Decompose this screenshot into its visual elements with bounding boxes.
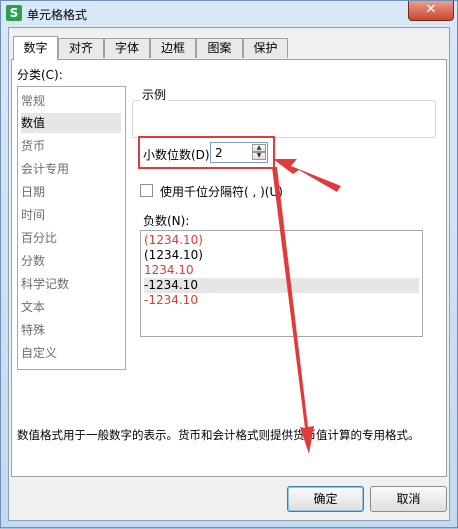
tab-alignment[interactable]: 对齐 [58, 38, 104, 58]
category-item[interactable]: 特殊 [21, 320, 45, 340]
number-tab-panel: 分类(C): 常规 数值 货币 会计专用 日期 时间 百分比 分数 科学记数 文… [11, 59, 447, 477]
negative-format-item[interactable]: -1234.10 [144, 293, 198, 308]
negative-format-item-selected[interactable]: -1234.10 [144, 278, 419, 293]
decimal-places-stepper[interactable]: ▲ ▼ [252, 144, 266, 161]
category-item[interactable]: 文本 [21, 297, 45, 317]
tab-border[interactable]: 边框 [150, 38, 196, 58]
negative-format-item[interactable]: 1234.10 [144, 263, 194, 278]
sample-label: 示例 [140, 86, 169, 103]
category-item[interactable]: 百分比 [21, 228, 57, 248]
format-cells-dialog: S 单元格格式 ✕ 数字 对齐 字体 边框 图案 保护 分类(C): 常规 数值… [0, 0, 458, 528]
tab-font[interactable]: 字体 [104, 38, 150, 58]
thousands-separator-label: 使用千位分隔符( , )(U) [160, 185, 283, 199]
dialog-title: 单元格格式 [27, 8, 88, 22]
category-item[interactable]: 会计专用 [21, 159, 69, 179]
negative-format-item[interactable]: (1234.10) [144, 248, 203, 263]
category-list[interactable]: 常规 数值 货币 会计专用 日期 时间 百分比 分数 科学记数 文本 特殊 自定… [17, 86, 126, 370]
format-description: 数值格式用于一般数字的表示。货币和会计格式则提供货币值计算的专用格式。 [17, 428, 420, 442]
cancel-button[interactable]: 取消 [370, 486, 447, 512]
category-item[interactable]: 货币 [21, 136, 45, 156]
negative-format-item[interactable]: (1234.10) [144, 233, 203, 248]
spin-up-icon[interactable]: ▲ [252, 144, 266, 152]
close-icon[interactable]: ✕ [408, 1, 454, 21]
category-item[interactable]: 自定义 [21, 343, 57, 363]
category-item[interactable]: 日期 [21, 182, 45, 202]
wps-app-icon: S [6, 5, 22, 21]
category-label: 分类(C): [17, 68, 63, 82]
title-bar[interactable]: S 单元格格式 ✕ [1, 1, 457, 27]
category-item[interactable]: 时间 [21, 205, 45, 225]
category-item[interactable]: 科学记数 [21, 274, 69, 294]
negative-numbers-list[interactable]: (1234.10) (1234.10) 1234.10 -1234.10 -12… [140, 230, 423, 337]
category-item[interactable]: 分数 [21, 251, 45, 271]
decimal-places-label: 小数位数(D): [143, 148, 214, 162]
ok-button[interactable]: 确定 [287, 486, 364, 512]
dialog-body: 数字 对齐 字体 边框 图案 保护 分类(C): 常规 数值 货币 会计专用 日… [8, 27, 450, 521]
tab-protection[interactable]: 保护 [243, 38, 288, 58]
category-item[interactable]: 常规 [21, 91, 45, 111]
thousands-separator-checkbox[interactable] [140, 184, 153, 197]
category-item-selected[interactable]: 数值 [21, 113, 121, 133]
sample-group [132, 100, 436, 138]
tab-number[interactable]: 数字 [13, 36, 58, 60]
negative-numbers-label: 负数(N): [143, 214, 190, 228]
spin-down-icon[interactable]: ▼ [252, 152, 266, 160]
tab-pattern[interactable]: 图案 [196, 38, 243, 58]
